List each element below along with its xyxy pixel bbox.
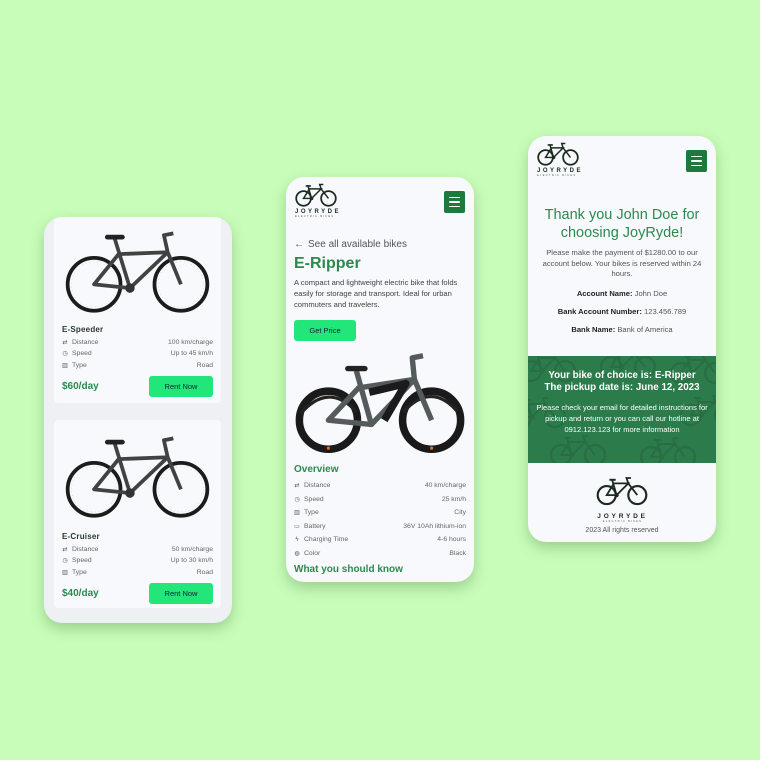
spec-type: ▥ Type Road: [62, 569, 213, 576]
bike-listing-screen: E-Speeder ⇄ Distance 100 km/charge ◷ Speed…: [44, 217, 232, 623]
spec-label: Distance: [304, 482, 331, 490]
map-icon: ▥: [62, 362, 68, 369]
spec-label: Color: [304, 549, 321, 557]
spec-value: 100 km/charge: [168, 338, 213, 346]
price: $40/day: [62, 587, 99, 599]
bike-logo-icon: [595, 476, 649, 507]
joyryde-logo[interactable]: JOYRYDE ELECTRIC BIKES: [536, 142, 582, 177]
bike-card[interactable]: E-Cruiser ⇄ Distance 50 km/charge ◷ Speed …: [54, 420, 221, 608]
back-link-label: See all available bikes: [308, 239, 407, 250]
joyryde-logo[interactable]: JOYRYDE ELECTRIC BIKES: [294, 183, 340, 218]
spec-distance: ⇄ Distance 100 km/charge: [62, 339, 213, 346]
spec-distance: ⇄ Distance 50 km/charge: [62, 546, 213, 553]
bike-card[interactable]: E-Speeder ⇄ Distance 100 km/charge ◷ Speed…: [54, 217, 221, 403]
field-value: 123.456.789: [644, 307, 687, 316]
overview-heading: Overview: [294, 464, 339, 475]
bike-choice: Your bike of choice is: E-Ripper: [548, 370, 696, 381]
bank-account-number: Bank Account Number: 123.456.789: [528, 307, 716, 316]
logo-tagline: ELECTRIC BIKES: [537, 174, 577, 177]
field-label: Account Name:: [576, 289, 633, 298]
rent-now-button[interactable]: Rent Now: [149, 582, 213, 604]
palette-icon: ◍: [294, 550, 300, 557]
speedometer-icon: ◷: [294, 496, 300, 503]
spec-value: Black: [449, 549, 466, 557]
spec-label: Speed: [72, 350, 92, 357]
speedometer-icon: ◷: [62, 558, 68, 564]
field-value: Bank of America: [617, 325, 673, 334]
product-title: E-Ripper: [294, 255, 361, 272]
spec-value: Up to 45 km/h: [170, 350, 213, 357]
map-icon: ▥: [62, 569, 68, 576]
rent-now-button[interactable]: Rent Now: [149, 375, 213, 397]
spec-value: 50 km/charge: [171, 545, 213, 553]
spec-value: Road: [196, 568, 213, 576]
get-price-button[interactable]: Get Price: [294, 320, 356, 341]
spec-distance: ⇄ Distance 40 km/charge: [294, 479, 466, 493]
distance-icon: ⇄: [62, 339, 68, 346]
map-icon: ▥: [294, 510, 300, 517]
product-description: A compact and lightweight electric bike …: [294, 278, 458, 310]
booking-confirmation-screen: JOYRYDE ELECTRIC BIKES Thank you John Do…: [528, 136, 716, 542]
product-photo: [294, 343, 466, 459]
bike-photo-e-speeder: [62, 217, 213, 321]
battery-icon: ▭: [294, 523, 300, 530]
hamburger-menu-button[interactable]: [444, 191, 465, 213]
overview-specs: ⇄ Distance 40 km/charge ◷ Speed 25 km/h ▥ Typ…: [294, 479, 466, 560]
speedometer-icon: ◷: [62, 351, 68, 357]
spec-speed: ◷ Speed Up to 45 km/h: [62, 350, 213, 357]
spec-label: Charging Time: [304, 536, 349, 544]
bank-name: Bank Name: Bank of America: [528, 325, 716, 334]
copyright: 2023 All rights reserved: [585, 527, 659, 534]
bike-detail-screen: JOYRYDE ELECTRIC BIKES ← See all availab…: [286, 177, 474, 582]
hamburger-menu-button[interactable]: [686, 150, 707, 172]
spec-label: Type: [72, 568, 87, 576]
footer-logo: JOYRYDE ELECTRIC BIKES: [594, 476, 650, 523]
field-label: Bank Account Number:: [557, 307, 642, 316]
spec-value: Road: [196, 361, 213, 369]
spec-label: Speed: [304, 495, 324, 503]
spec-label: Type: [304, 509, 319, 517]
field-value: John Doe: [634, 289, 668, 298]
spec-value: 4-6 hours: [437, 536, 466, 544]
contact-note: Please check your email for detailed ins…: [536, 403, 708, 434]
bike-logo-icon: [294, 183, 338, 208]
account-name: Account Name: John Doe: [528, 289, 716, 298]
spec-type: ▥ Type Road: [62, 362, 213, 369]
spec-label: Distance: [72, 545, 99, 553]
price: $60/day: [62, 380, 99, 392]
bike-name: E-Speeder: [62, 325, 104, 334]
spec-label: Speed: [72, 557, 92, 564]
spec-label: Distance: [72, 338, 99, 346]
spec-speed: ◷ Speed 25 km/h: [294, 493, 466, 507]
spec-value: Up to 30 km/h: [170, 557, 213, 564]
logo-tagline: ELECTRIC BIKES: [295, 215, 335, 218]
distance-icon: ⇄: [62, 546, 68, 553]
spec-charging-time: ϟ Charging Time 4-6 hours: [294, 533, 466, 547]
bike-photo-e-cruiser: [62, 420, 213, 528]
spec-color: ◍ Color Black: [294, 547, 466, 561]
logo-wordmark: JOYRYDE: [597, 513, 648, 520]
spec-value: 40 km/charge: [424, 482, 466, 490]
spec-battery: ▭ Battery 36V 10Ah lithium-ion: [294, 520, 466, 534]
spec-value: City: [454, 509, 466, 517]
bike-logo-icon: [536, 142, 580, 167]
pickup-date: The pickup date is: June 12, 2023: [544, 382, 700, 393]
lightning-icon: ϟ: [295, 536, 299, 543]
arrow-left-icon: ←: [294, 239, 304, 250]
spec-label: Battery: [304, 522, 326, 530]
spec-label: Type: [72, 361, 87, 369]
spec-speed: ◷ Speed Up to 30 km/h: [62, 557, 213, 564]
what-you-should-know-heading: What you should know: [294, 564, 403, 575]
logo-tagline: ELECTRIC BIKES: [602, 520, 643, 523]
spec-type: ▥ Type City: [294, 506, 466, 520]
spec-value: 36V 10Ah lithium-ion: [403, 522, 466, 530]
thank-you-heading: Thank you John Doe for choosing JoyRyde!: [544, 207, 700, 241]
bike-name: E-Cruiser: [62, 532, 100, 541]
back-to-bikes-link[interactable]: ← See all available bikes: [294, 239, 407, 250]
distance-icon: ⇄: [294, 483, 300, 490]
booking-summary-banner: Your bike of choice is: E-Ripper The pic…: [528, 356, 716, 463]
payment-instructions: Please make the payment of $1280.00 to o…: [542, 248, 702, 278]
field-label: Bank Name:: [571, 325, 616, 334]
spec-value: 25 km/h: [441, 495, 466, 503]
